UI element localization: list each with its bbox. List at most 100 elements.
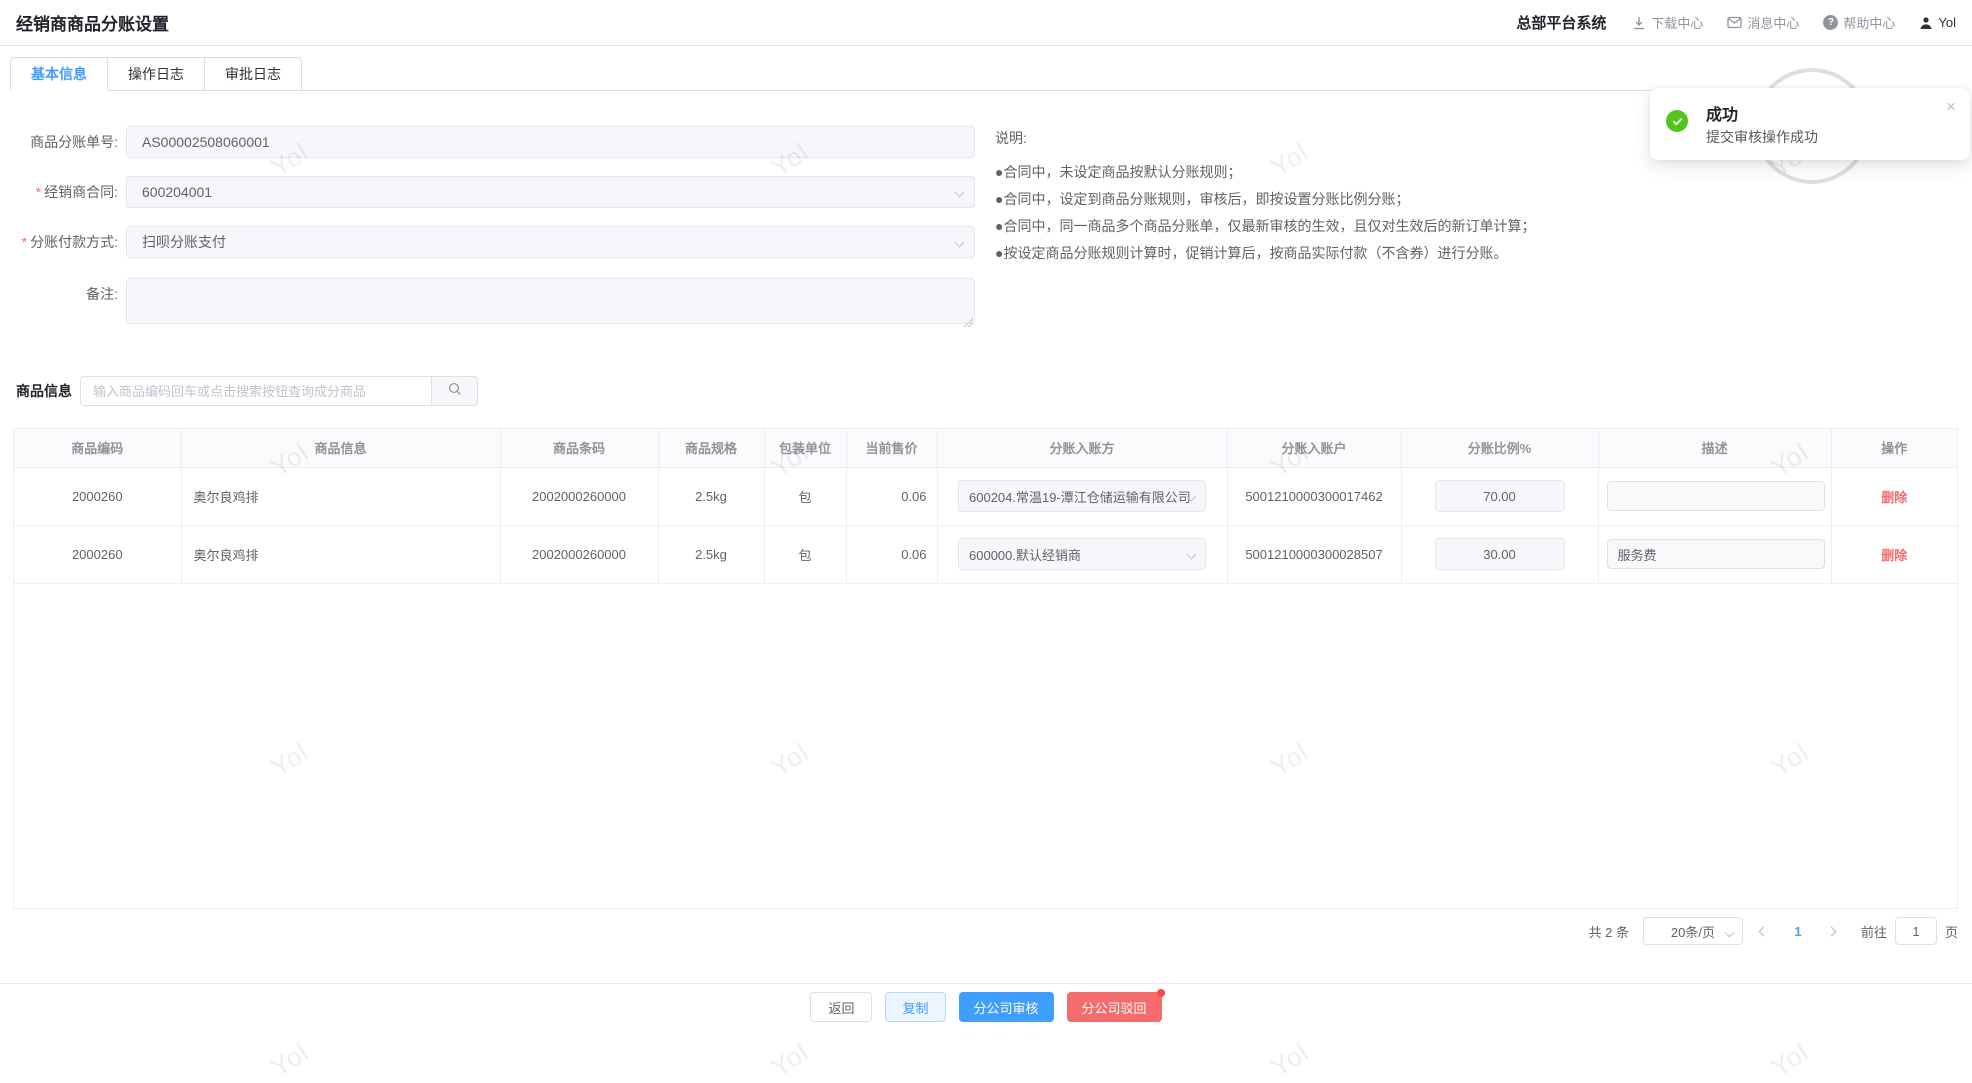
search-button[interactable] [432,376,478,406]
product-section-label: 商品信息 [16,383,72,399]
party-select-value: 600000.默认经销商 [969,547,1081,563]
required-mark: * [21,234,28,250]
cell-spec: 2.5kg [658,525,765,584]
table-row: 2000260 奥尔良鸡排 2002000260000 2.5kg 包 0.06… [14,467,1957,526]
resize-handle-icon[interactable] [963,317,973,327]
chevron-left-icon [1759,926,1769,936]
nav-label: 消息中心 [1747,16,1800,31]
order-no-input[interactable] [126,126,975,158]
product-section: 商品信息 [16,376,478,406]
branch-reject-label: 分公司驳回 [1081,1000,1147,1016]
note-item: ●合同中，设定到商品分账规则，审核后，即按设置分账比例分账； [995,191,1410,207]
cell-barcode: 2002000260000 [500,467,659,526]
col-header: 商品编码 [14,429,182,468]
contract-select-value[interactable] [126,176,975,208]
tab-basic-info[interactable]: 基本信息 [10,57,108,91]
toast-message: 提交审核操作成功 [1706,129,1818,145]
desc-input[interactable] [1606,539,1825,569]
party-select[interactable]: 600000.默认经销商 [958,538,1206,570]
field-label: * 经销商合同: [35,184,118,200]
success-check-icon [1666,110,1688,132]
action-footer: 返回 复制 分公司审核 分公司驳回 [0,983,1972,1030]
required-mark: * [35,184,42,200]
nav-message-center[interactable]: 消息中心 [1727,13,1799,32]
table-row: 2000260 奥尔良鸡排 2002000260000 2.5kg 包 0.06… [14,525,1957,584]
nav-label: 帮助中心 [1843,16,1896,31]
app-header: 经销商商品分账设置 总部平台系统 下载中心 消息中心 帮助中心 Yol [0,0,1972,46]
field-contract: * 经销商合同: [0,176,975,208]
pay-method-select[interactable] [126,226,975,258]
goto-label: 前往 [1860,924,1887,940]
branch-audit-button[interactable]: 分公司审核 [958,992,1054,1022]
col-header: 操作 [1831,429,1957,468]
remark-textarea[interactable] [126,278,975,324]
success-toast: 成功 提交审核操作成功 × [1650,88,1970,160]
chevron-down-icon [1186,549,1197,560]
cell-code: 2000260 [14,467,182,526]
copy-button[interactable]: 复制 [885,992,946,1022]
user-name: Yol [1938,15,1956,30]
tab-bar: 基本信息 操作日志 审批日志 [10,57,1958,91]
contract-select[interactable] [126,176,975,208]
col-header: 分账入账方 [937,429,1228,468]
top-nav: 总部平台系统 下载中心 消息中心 帮助中心 Yol [1516,12,1956,33]
goto-unit-label: 页 [1944,924,1958,940]
user-menu[interactable]: Yol [1919,15,1956,30]
party-select[interactable]: 600204.常温19-潭江仓储运输有限公司 [958,480,1206,512]
page-size-select[interactable]: 20条/页 [1642,917,1743,945]
help-icon [1823,15,1839,30]
watermark-text: Yol [1265,1036,1314,1083]
note-item: ●合同中，同一商品多个商品分账单，仅最新审核的生效，且仅对生效后的新订单计算； [995,218,1536,234]
nav-label: 下载中心 [1651,16,1704,31]
col-header: 分账比例% [1401,429,1599,468]
cell-account: 5001210000300017462 [1227,467,1402,526]
product-search-input[interactable] [80,376,432,406]
cell-name: 奥尔良鸡排 [181,467,501,526]
pay-method-select-value[interactable] [126,226,975,258]
ratio-input[interactable] [1434,538,1565,570]
cell-spec: 2.5kg [658,467,765,526]
tab-operation-log[interactable]: 操作日志 [108,57,205,91]
cell-name: 奥尔良鸡排 [181,525,501,584]
pagination: 共 2 条 20条/页 1 前往 页 [1588,916,1958,946]
tab-approval-log[interactable]: 审批日志 [205,57,302,91]
cell-code: 2000260 [14,525,182,584]
page-title: 经销商商品分账设置 [16,15,169,34]
close-icon[interactable]: × [1946,98,1956,115]
col-header: 分账入账户 [1227,429,1402,468]
delete-link[interactable]: 删除 [1881,490,1907,505]
back-button[interactable]: 返回 [810,992,873,1022]
cell-unit: 包 [764,467,847,526]
chevron-down-icon [1724,927,1735,938]
cell-barcode: 2002000260000 [500,525,659,584]
watermark-text: Yol [765,1036,814,1083]
nav-download-center[interactable]: 下载中心 [1632,13,1703,32]
nav-help-center[interactable]: 帮助中心 [1823,13,1895,32]
cell-price: 0.06 [846,525,938,584]
branch-reject-button[interactable]: 分公司驳回 [1066,989,1165,1022]
watermark-text: Yol [265,1036,314,1083]
field-remark: 备注: [0,278,975,329]
pagination-total: 共 2 条 [1588,924,1629,940]
delete-link[interactable]: 删除 [1881,548,1907,563]
col-header: 商品规格 [658,429,765,468]
cell-account: 5001210000300028507 [1227,525,1402,584]
next-page-button[interactable] [1819,917,1845,945]
watermark-text: Yol [1765,1036,1814,1083]
field-pay-method: * 分账付款方式: [0,226,975,258]
system-name: 总部平台系统 [1516,15,1607,32]
field-label: * 分账付款方式: [21,234,118,250]
field-order-no: 商品分账单号: [0,126,975,158]
ratio-input[interactable] [1434,480,1565,512]
goto-page-input[interactable] [1894,917,1937,945]
prev-page-button[interactable] [1751,917,1777,945]
cell-price: 0.06 [846,467,938,526]
col-header: 当前售价 [846,429,938,468]
download-icon [1632,16,1646,30]
page-number-current[interactable]: 1 [1785,924,1811,939]
note-item: ●按设定商品分账规则计算时，促销计算后，按商品实际付款（不含券）进行分账。 [995,245,1508,261]
desc-input[interactable] [1606,481,1825,511]
page-size-value: 20条/页 [1670,924,1715,940]
product-table: 商品编码 商品信息 商品条码 商品规格 包装单位 当前售价 分账入账方 分账入账… [13,428,1958,909]
notes-title: 说明: [995,130,1027,146]
